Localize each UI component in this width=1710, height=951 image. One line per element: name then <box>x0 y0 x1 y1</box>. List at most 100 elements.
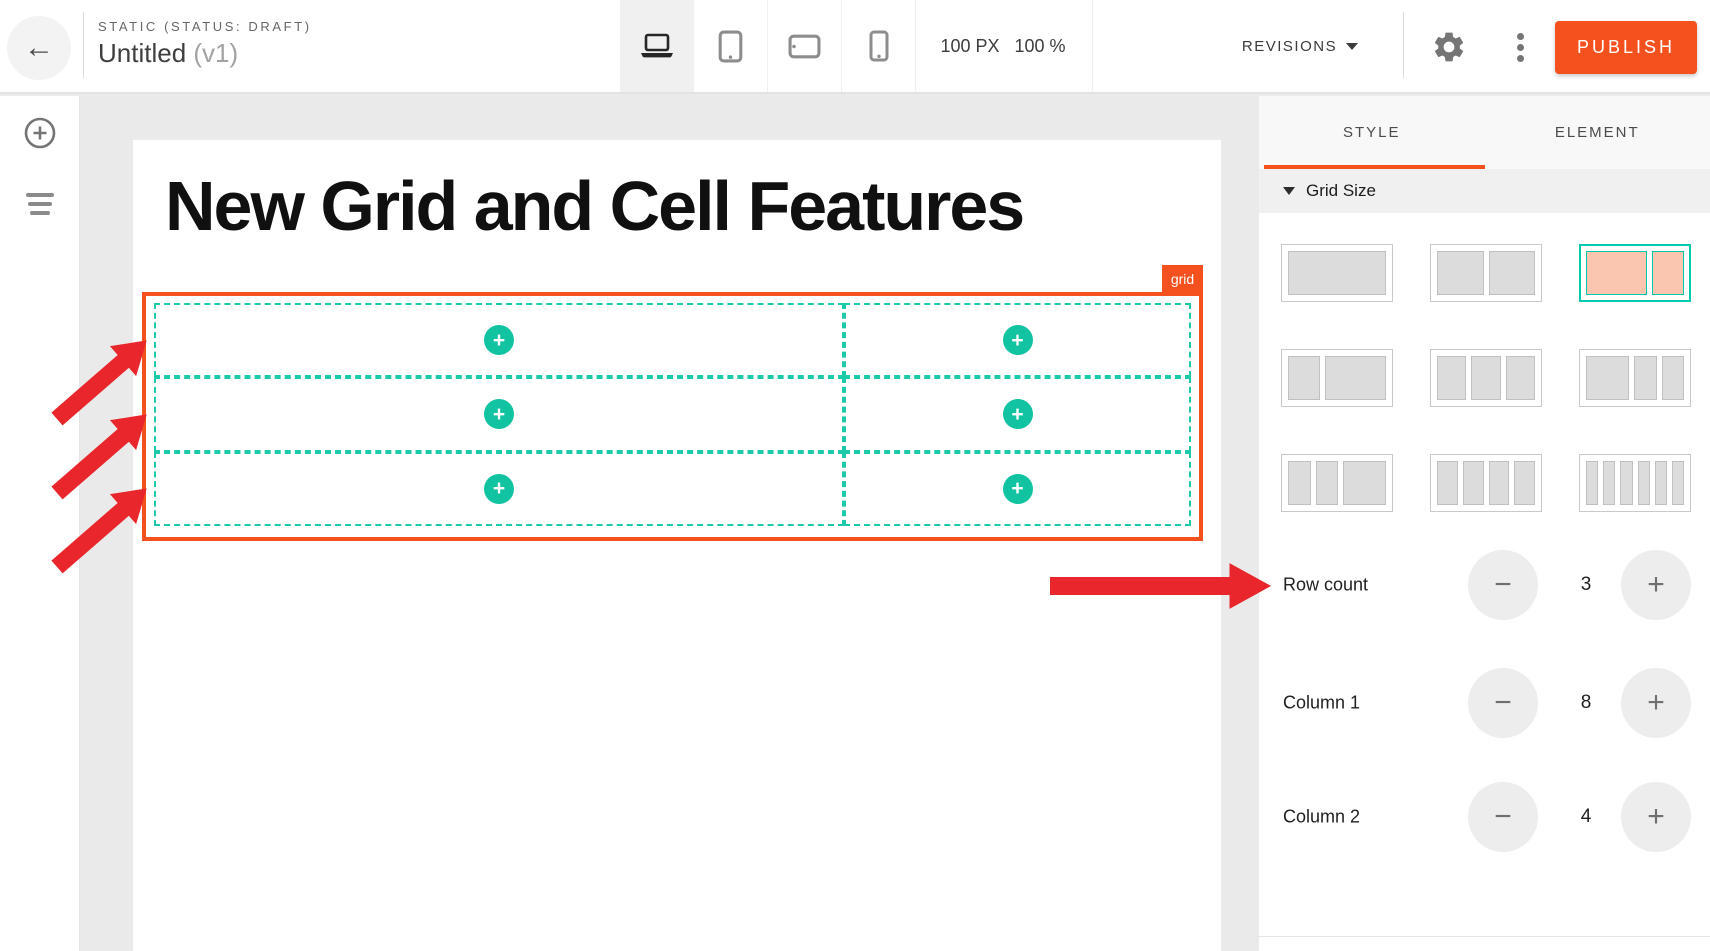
laptop-icon <box>639 31 675 61</box>
preset-cell <box>1655 461 1667 505</box>
divider <box>1092 0 1093 92</box>
page-heading[interactable]: New Grid and Cell Features <box>165 166 1023 246</box>
grid-element-badge: grid <box>1162 265 1203 292</box>
preset-cell <box>1288 356 1320 400</box>
tablet-landscape-icon <box>788 34 821 59</box>
preset-cell <box>1586 461 1598 505</box>
mobile-icon <box>869 30 889 62</box>
row-count-value: 3 <box>1581 574 1592 596</box>
column-1-label: Column 1 <box>1283 693 1360 714</box>
back-button[interactable]: ← <box>7 16 71 80</box>
grid-row-2: + + <box>154 377 1191 451</box>
grid-preset-3-3-3-3[interactable] <box>1430 454 1542 512</box>
back-arrow-icon: ← <box>24 31 54 65</box>
grid-preset-4-8[interactable] <box>1281 349 1393 407</box>
preset-cell <box>1489 251 1536 295</box>
preset-cell <box>1437 461 1458 505</box>
column-2-label: Column 2 <box>1283 807 1360 828</box>
tablet-icon <box>718 30 743 63</box>
panel-tabs: STYLE ELEMENT <box>1259 96 1710 169</box>
grid-preset-6-6[interactable] <box>1430 244 1542 302</box>
row-count-control: Row count − 3 + <box>1259 550 1710 620</box>
device-tablet-landscape-button[interactable] <box>768 0 842 92</box>
element-list-icon <box>26 193 54 215</box>
grid-preset-6-3-3[interactable] <box>1579 349 1691 407</box>
device-tablet-button[interactable] <box>694 0 768 92</box>
add-content-button[interactable]: + <box>484 474 514 504</box>
revisions-dropdown[interactable]: REVISIONS <box>1195 0 1405 92</box>
zoom-percent-value: 100 % <box>1015 36 1066 57</box>
column-2-decrement-button[interactable]: − <box>1468 782 1538 852</box>
add-element-button[interactable] <box>23 116 57 153</box>
grid-size-section-header[interactable]: Grid Size <box>1259 169 1710 213</box>
publish-button[interactable]: PUBLISH <box>1555 21 1697 74</box>
kebab-menu-icon <box>1517 33 1524 62</box>
row-count-increment-button[interactable]: + <box>1621 550 1691 620</box>
preset-cell <box>1620 461 1632 505</box>
column-2-increment-button[interactable]: + <box>1621 782 1691 852</box>
settings-button[interactable] <box>1429 27 1469 67</box>
preset-cell <box>1603 461 1615 505</box>
add-content-button[interactable]: + <box>1003 399 1033 429</box>
preset-cell <box>1437 251 1484 295</box>
device-desktop-button[interactable] <box>620 0 694 92</box>
chevron-down-icon <box>1346 43 1358 50</box>
divider <box>1259 936 1710 937</box>
preset-cell <box>1586 251 1647 295</box>
preset-cell <box>1634 356 1657 400</box>
plus-circle-icon <box>23 116 57 150</box>
device-preview-switcher <box>620 0 916 92</box>
section-title: Grid Size <box>1306 181 1376 201</box>
grid-cell-r1c1[interactable]: + <box>154 303 844 377</box>
tab-style[interactable]: STYLE <box>1259 96 1485 169</box>
preset-cell <box>1662 356 1685 400</box>
top-toolbar: ← STATIC (STATUS: DRAFT) Untitled (v1) 1… <box>0 0 1710 94</box>
zoom-indicator: 100 PX 100 % <box>914 0 1092 92</box>
page-canvas: New Grid and Cell Features grid + + + + … <box>133 140 1221 951</box>
column-2-control: Column 2 − 4 + <box>1259 782 1710 852</box>
grid-preset-12[interactable] <box>1281 244 1393 302</box>
preset-cell <box>1514 461 1535 505</box>
grid-row-3: + + <box>154 452 1191 526</box>
column-2-value: 4 <box>1581 806 1592 828</box>
grid-preset-8-4[interactable] <box>1579 244 1691 302</box>
grid-cell-r2c1[interactable]: + <box>154 377 844 451</box>
preset-cell <box>1638 461 1650 505</box>
add-content-button[interactable]: + <box>484 399 514 429</box>
preset-cell <box>1672 461 1684 505</box>
grid-cell-r2c2[interactable]: + <box>844 377 1191 451</box>
device-mobile-button[interactable] <box>842 0 916 92</box>
navigator-button[interactable] <box>26 193 54 215</box>
grid-preset-4-4-4[interactable] <box>1430 349 1542 407</box>
tab-element[interactable]: ELEMENT <box>1485 96 1710 169</box>
column-1-decrement-button[interactable]: − <box>1468 668 1538 738</box>
preset-cell <box>1325 356 1386 400</box>
status-label: STATIC (STATUS: DRAFT) <box>98 19 312 34</box>
column-1-control: Column 1 − 8 + <box>1259 668 1710 738</box>
grid-cell-r1c2[interactable]: + <box>844 303 1191 377</box>
add-content-button[interactable]: + <box>1003 325 1033 355</box>
page-title: Untitled (v1) <box>98 38 312 69</box>
grid-element[interactable]: grid + + + + + + <box>142 292 1203 541</box>
grid-cell-r3c2[interactable]: + <box>844 452 1191 526</box>
preset-cell <box>1489 461 1510 505</box>
style-panel: STYLE ELEMENT Grid Size Row count − 3 + … <box>1259 96 1710 951</box>
document-title-block: STATIC (STATUS: DRAFT) Untitled (v1) <box>98 19 312 69</box>
preset-cell <box>1652 251 1684 295</box>
preset-cell <box>1506 356 1535 400</box>
add-content-button[interactable]: + <box>484 325 514 355</box>
grid-preset-3-3-6[interactable] <box>1281 454 1393 512</box>
preset-cell <box>1288 461 1311 505</box>
more-options-button[interactable] <box>1500 27 1540 67</box>
gear-icon <box>1431 29 1467 65</box>
column-1-increment-button[interactable]: + <box>1621 668 1691 738</box>
grid-preset-list <box>1281 244 1691 512</box>
divider <box>1403 12 1404 78</box>
grid-preset-2-2-2-2-2-2[interactable] <box>1579 454 1691 512</box>
add-content-button[interactable]: + <box>1003 474 1033 504</box>
editor-left-sidebar <box>0 96 80 951</box>
row-count-decrement-button[interactable]: − <box>1468 550 1538 620</box>
grid-cell-r3c1[interactable]: + <box>154 452 844 526</box>
preset-cell <box>1288 251 1386 295</box>
version-label: (v1) <box>193 38 238 68</box>
